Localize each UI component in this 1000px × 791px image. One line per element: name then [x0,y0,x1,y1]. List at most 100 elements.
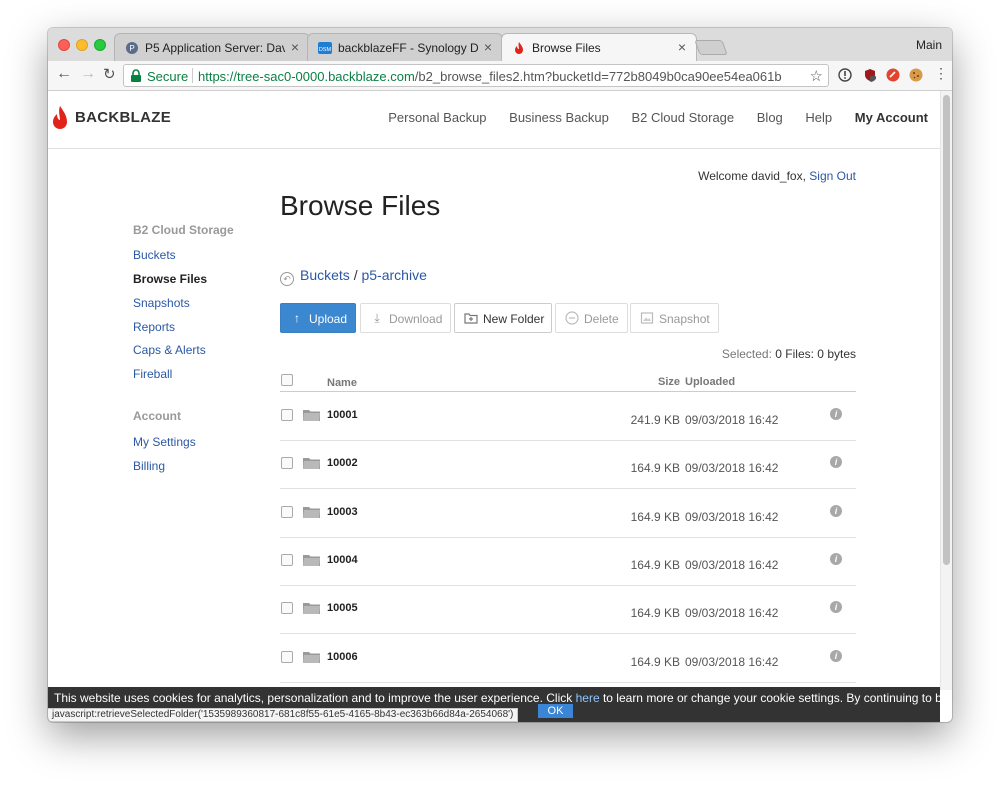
file-name[interactable]: 10006 [327,651,358,663]
sidebar-item-reports[interactable]: Reports [133,320,175,334]
zoom-window-button[interactable] [94,39,106,51]
close-tab-icon[interactable]: × [484,39,492,55]
forward-arrow-icon[interactable]: → [80,65,96,83]
secure-label: Secure [147,69,189,84]
reload-icon[interactable]: ↻ [103,65,116,83]
column-size[interactable]: Size [658,376,680,388]
bookmark-star-icon[interactable]: ☆ [810,67,823,85]
image-icon [640,312,654,324]
new-folder-label: New Folder [483,312,545,326]
tab-title: Browse Files [532,41,601,55]
extension-red-icon[interactable] [886,68,900,82]
file-size: 164.9 KB [630,654,680,669]
info-icon[interactable]: i [830,456,842,469]
upload-button[interactable]: ↑ Upload [280,303,356,333]
tab-p5-server[interactable]: P P5 Application Server: Davids × [114,33,310,61]
synology-dsm-icon: DSM [318,42,332,54]
file-size: 164.9 KB [630,461,680,476]
breadcrumb-current[interactable]: p5-archive [361,267,426,283]
sidebar-item-my-settings[interactable]: My Settings [133,435,196,449]
back-arrow-icon[interactable]: ← [56,65,72,83]
row-checkbox[interactable] [281,409,293,421]
page-scrollbar[interactable] [940,91,952,690]
folder-icon [303,410,320,421]
info-icon[interactable]: i [830,504,842,517]
file-name[interactable]: 10005 [327,602,358,614]
table-row[interactable]: 10006 164.9 KB 09/03/2018 16:42 i [280,635,856,683]
sign-out-link[interactable]: Sign Out [809,169,856,183]
close-tab-icon[interactable]: × [291,39,299,55]
nav-business-backup[interactable]: Business Backup [509,110,609,125]
info-circle-icon[interactable] [838,68,852,82]
new-folder-button[interactable]: New Folder [454,303,552,333]
cookie-text-before: This website uses cookies for analytics,… [54,691,576,705]
info-icon[interactable]: i [830,552,842,565]
file-uploaded: 09/03/2018 16:42 [685,606,779,621]
nav-my-account[interactable]: My Account [855,110,928,125]
table-row[interactable]: 10001 241.9 KB 09/03/2018 16:42 i [280,393,856,441]
address-bar[interactable]: Secure https://tree-sac0-0000.backblaze.… [123,64,829,87]
info-icon[interactable]: i [830,601,842,614]
tab-strip: P P5 Application Server: Davids × DSM ba… [48,28,952,61]
cookie-icon[interactable] [909,68,923,82]
sidebar-item-billing[interactable]: Billing [133,459,165,473]
nav-blog[interactable]: Blog [757,110,783,125]
column-name[interactable]: Name [327,377,357,389]
tab-synology[interactable]: DSM backblazeFF - Synology DiskSt × [307,33,503,61]
backblaze-flame-icon [515,42,523,54]
backblaze-logo[interactable]: BACKBLAZE [51,105,181,133]
nav-help[interactable]: Help [805,110,832,125]
download-icon: ⤓ [374,311,380,325]
row-checkbox[interactable] [281,505,293,518]
close-window-button[interactable] [58,39,70,51]
column-uploaded[interactable]: Uploaded [685,376,735,388]
back-circle-icon[interactable]: ↶ [280,272,294,286]
file-name[interactable]: 10001 [327,409,358,421]
table-row[interactable]: 10004 164.9 KB 09/03/2018 16:42 i [280,538,856,586]
selection-value: 0 Files: 0 bytes [775,347,856,361]
minimize-window-button[interactable] [76,39,88,51]
breadcrumb-separator: / [353,267,358,283]
file-name[interactable]: 10002 [327,457,358,469]
sidebar-item-fireball[interactable]: Fireball [133,367,172,381]
table-row[interactable]: 10002 164.9 KB 09/03/2018 16:42 i [280,441,856,490]
row-checkbox[interactable] [281,602,293,615]
file-name[interactable]: 10003 [327,506,358,518]
row-checkbox[interactable] [281,457,293,470]
more-menu-icon[interactable]: ⋮ [934,65,948,82]
tab-browse-files[interactable]: Browse Files × [501,33,697,61]
sidebar-section-account: Account [133,409,181,423]
backblaze-flame-logo-icon [53,106,67,129]
row-checkbox[interactable] [281,650,293,663]
delete-button[interactable]: Delete [555,303,628,333]
welcome-text: Welcome david_fox, [698,169,806,183]
breadcrumb-buckets[interactable]: Buckets [300,267,350,283]
url-text[interactable]: https://tree-sac0-0000.backblaze.com/b2_… [198,69,782,84]
cookie-settings-link[interactable]: here [576,691,600,705]
table-row[interactable]: 10005 164.9 KB 09/03/2018 16:42 i [280,586,856,635]
profile-label[interactable]: Main [916,38,942,52]
file-name[interactable]: 10004 [327,554,358,566]
select-all-checkbox[interactable] [281,374,293,386]
close-tab-icon[interactable]: × [678,39,686,55]
site-header: BACKBLAZE Personal Backup Business Backu… [48,91,940,149]
ublock-shield-icon[interactable] [863,68,877,82]
sidebar-item-snapshots[interactable]: Snapshots [133,296,190,310]
nav-personal-backup[interactable]: Personal Backup [388,110,486,125]
sidebar-item-caps-alerts[interactable]: Caps & Alerts [133,343,206,357]
sidebar-item-buckets[interactable]: Buckets [133,248,176,262]
file-uploaded: 09/03/2018 16:42 [685,557,779,572]
nav-b2-cloud-storage[interactable]: B2 Cloud Storage [632,110,735,125]
info-icon[interactable]: i [830,408,842,420]
download-button[interactable]: ⤓ Download [360,303,451,333]
new-tab-button[interactable] [694,40,728,55]
scrollbar-thumb[interactable] [943,95,950,565]
row-checkbox[interactable] [281,553,293,566]
p5-icon: P [126,42,138,54]
sidebar-item-browse-files[interactable]: Browse Files [133,272,207,286]
table-row[interactable]: 10003 164.9 KB 09/03/2018 16:42 i [280,490,856,538]
snapshot-button[interactable]: Snapshot [630,303,719,333]
cookie-message: This website uses cookies for analytics,… [54,691,952,705]
info-icon[interactable]: i [830,649,842,662]
cookie-ok-button[interactable]: OK [538,704,573,718]
